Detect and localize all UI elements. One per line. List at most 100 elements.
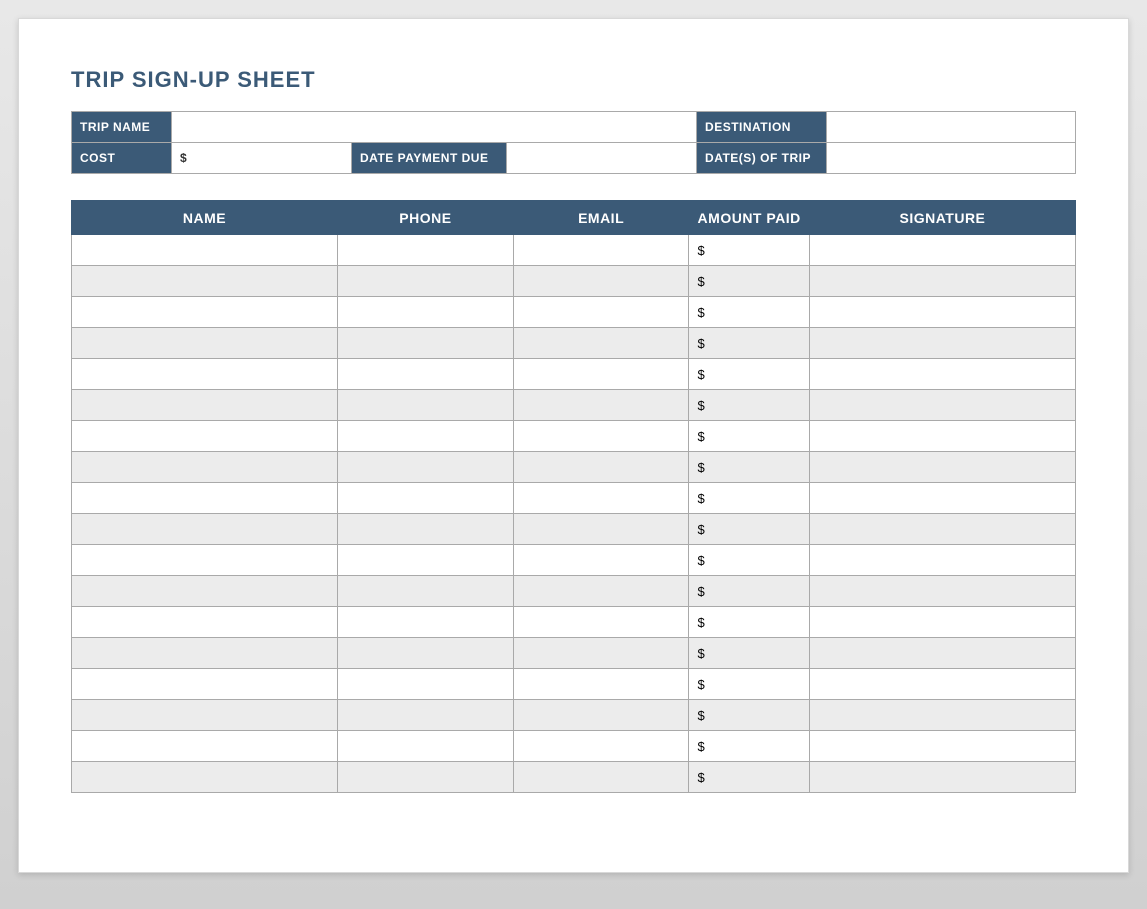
cell-amount-paid[interactable]: $ <box>689 638 809 669</box>
cell-email[interactable] <box>513 731 689 762</box>
cell-phone[interactable] <box>338 297 514 328</box>
cell-signature[interactable] <box>809 514 1075 545</box>
cell-name[interactable] <box>72 297 338 328</box>
cell-signature[interactable] <box>809 359 1075 390</box>
cell-name[interactable] <box>72 700 338 731</box>
cell-email[interactable] <box>513 452 689 483</box>
cell-amount-paid[interactable]: $ <box>689 390 809 421</box>
cell-name[interactable] <box>72 731 338 762</box>
cell-signature[interactable] <box>809 638 1075 669</box>
cell-signature[interactable] <box>809 576 1075 607</box>
cell-phone[interactable] <box>338 762 514 793</box>
cell-phone[interactable] <box>338 731 514 762</box>
cell-amount-paid[interactable]: $ <box>689 576 809 607</box>
cell-amount-paid[interactable]: $ <box>689 669 809 700</box>
cell-phone[interactable] <box>338 359 514 390</box>
cell-email[interactable] <box>513 762 689 793</box>
cell-name[interactable] <box>72 607 338 638</box>
info-row-2: COST $ DATE PAYMENT DUE DATE(S) OF TRIP <box>72 143 1076 174</box>
cell-name[interactable] <box>72 545 338 576</box>
cell-signature[interactable] <box>809 607 1075 638</box>
cell-phone[interactable] <box>338 328 514 359</box>
cell-phone[interactable] <box>338 452 514 483</box>
cell-name[interactable] <box>72 514 338 545</box>
cell-email[interactable] <box>513 266 689 297</box>
cell-signature[interactable] <box>809 731 1075 762</box>
page-title: TRIP SIGN-UP SHEET <box>71 67 1076 93</box>
cell-amount-paid[interactable]: $ <box>689 483 809 514</box>
cell-name[interactable] <box>72 483 338 514</box>
cell-amount-paid[interactable]: $ <box>689 297 809 328</box>
cell-signature[interactable] <box>809 390 1075 421</box>
cell-name[interactable] <box>72 762 338 793</box>
cell-email[interactable] <box>513 514 689 545</box>
cell-email[interactable] <box>513 235 689 266</box>
cell-email[interactable] <box>513 421 689 452</box>
cell-name[interactable] <box>72 669 338 700</box>
cell-signature[interactable] <box>809 483 1075 514</box>
cell-amount-paid[interactable]: $ <box>689 700 809 731</box>
cell-signature[interactable] <box>809 328 1075 359</box>
cost-value[interactable]: $ <box>172 143 352 174</box>
cell-amount-paid[interactable]: $ <box>689 607 809 638</box>
cell-email[interactable] <box>513 669 689 700</box>
cell-email[interactable] <box>513 483 689 514</box>
cell-amount-paid[interactable]: $ <box>689 266 809 297</box>
cell-name[interactable] <box>72 421 338 452</box>
cell-phone[interactable] <box>338 390 514 421</box>
cell-phone[interactable] <box>338 700 514 731</box>
cell-amount-paid[interactable]: $ <box>689 421 809 452</box>
cell-amount-paid[interactable]: $ <box>689 762 809 793</box>
cell-signature[interactable] <box>809 762 1075 793</box>
cell-amount-paid[interactable]: $ <box>689 328 809 359</box>
dates-of-trip-value[interactable] <box>827 143 1076 174</box>
cell-name[interactable] <box>72 452 338 483</box>
cell-name[interactable] <box>72 638 338 669</box>
cell-amount-paid[interactable]: $ <box>689 235 809 266</box>
cell-email[interactable] <box>513 607 689 638</box>
cell-email[interactable] <box>513 297 689 328</box>
cell-email[interactable] <box>513 576 689 607</box>
cell-name[interactable] <box>72 576 338 607</box>
cell-phone[interactable] <box>338 266 514 297</box>
cell-email[interactable] <box>513 700 689 731</box>
cell-phone[interactable] <box>338 483 514 514</box>
cell-signature[interactable] <box>809 669 1075 700</box>
date-payment-due-value[interactable] <box>507 143 697 174</box>
cell-phone[interactable] <box>338 514 514 545</box>
destination-value[interactable] <box>827 112 1076 143</box>
cell-signature[interactable] <box>809 235 1075 266</box>
table-row: $ <box>72 421 1076 452</box>
cell-phone[interactable] <box>338 669 514 700</box>
cell-name[interactable] <box>72 328 338 359</box>
cell-amount-paid[interactable]: $ <box>689 545 809 576</box>
cell-phone[interactable] <box>338 421 514 452</box>
cell-signature[interactable] <box>809 266 1075 297</box>
trip-name-label: TRIP NAME <box>72 112 172 143</box>
cell-email[interactable] <box>513 390 689 421</box>
cell-amount-paid[interactable]: $ <box>689 731 809 762</box>
cell-name[interactable] <box>72 235 338 266</box>
cell-name[interactable] <box>72 266 338 297</box>
cell-amount-paid[interactable]: $ <box>689 514 809 545</box>
cell-email[interactable] <box>513 638 689 669</box>
cell-phone[interactable] <box>338 638 514 669</box>
cell-signature[interactable] <box>809 700 1075 731</box>
cell-phone[interactable] <box>338 576 514 607</box>
cell-email[interactable] <box>513 359 689 390</box>
cell-phone[interactable] <box>338 545 514 576</box>
cell-signature[interactable] <box>809 545 1075 576</box>
cell-amount-paid[interactable]: $ <box>689 452 809 483</box>
trip-name-value[interactable] <box>172 112 697 143</box>
cell-phone[interactable] <box>338 235 514 266</box>
cell-email[interactable] <box>513 328 689 359</box>
col-header-amount-paid: AMOUNT PAID <box>689 201 809 235</box>
cell-phone[interactable] <box>338 607 514 638</box>
cell-email[interactable] <box>513 545 689 576</box>
cell-amount-paid[interactable]: $ <box>689 359 809 390</box>
cell-signature[interactable] <box>809 421 1075 452</box>
cell-name[interactable] <box>72 390 338 421</box>
cell-name[interactable] <box>72 359 338 390</box>
cell-signature[interactable] <box>809 452 1075 483</box>
cell-signature[interactable] <box>809 297 1075 328</box>
